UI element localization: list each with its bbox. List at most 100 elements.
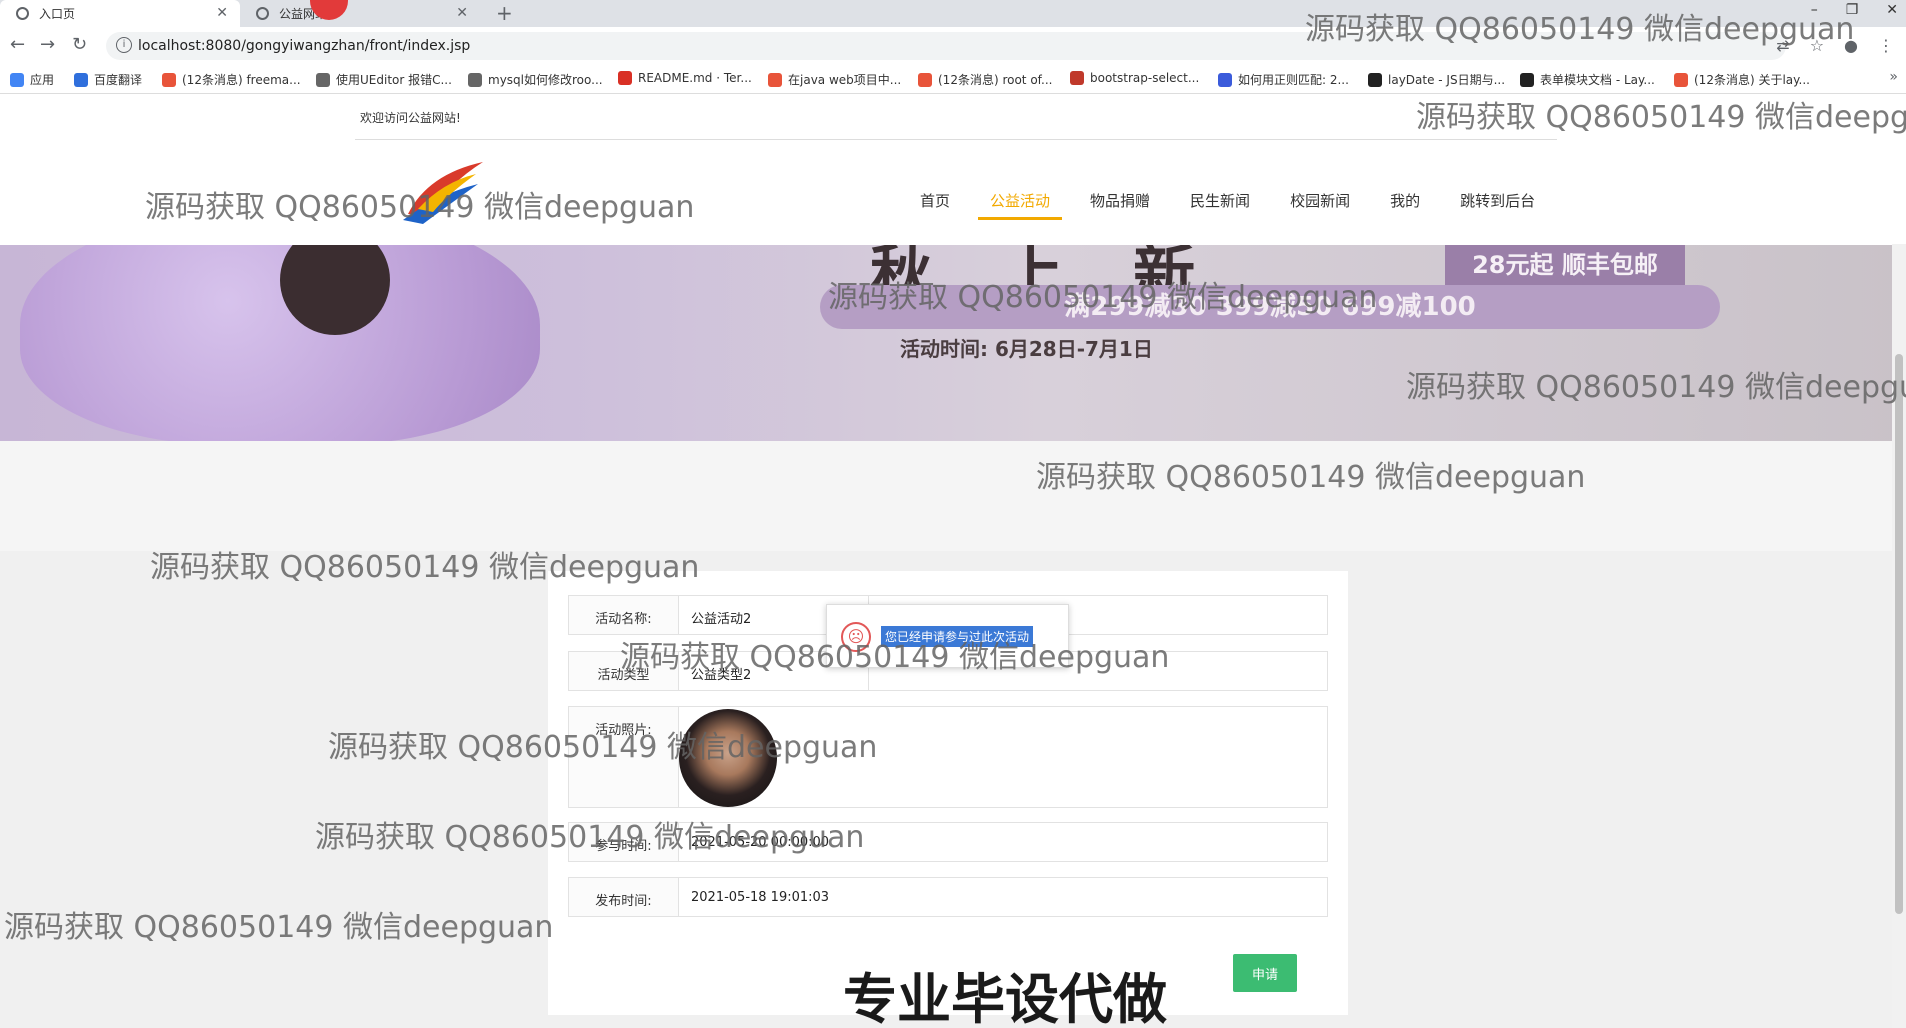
field-activity-photo: 活动照片: bbox=[568, 706, 1328, 808]
nav-item[interactable]: 公益活动 bbox=[970, 190, 1070, 220]
nav-item[interactable]: 物品捐赠 bbox=[1070, 190, 1170, 220]
apply-button[interactable]: 申请 bbox=[1233, 954, 1297, 992]
scrollbar-thumb[interactable] bbox=[1895, 354, 1903, 914]
bookmark-label: (12条消息) freema... bbox=[182, 73, 301, 87]
bookmark-item[interactable]: 如何用正则匹配: 2... bbox=[1218, 71, 1349, 88]
bookmark-label: layDate - JS日期与... bbox=[1388, 73, 1506, 87]
close-icon[interactable]: ✕ bbox=[216, 5, 228, 21]
bookmark-favicon-icon bbox=[618, 71, 632, 85]
bookmark-item[interactable]: mysql如何修改roo... bbox=[468, 71, 603, 88]
bookmarks-overflow-icon[interactable]: » bbox=[1889, 69, 1898, 85]
bookmark-item[interactable]: 使用UEditor 报错C... bbox=[316, 71, 452, 88]
welcome-text: 欢迎访问公益网站! bbox=[360, 111, 461, 125]
url-text[interactable]: localhost:8080/gongyiwangzhan/front/inde… bbox=[138, 38, 470, 54]
site-header: 欢迎访问公益网站! 首页 公益活动 物品捐赠 民生新闻 校园新闻 我的 跳转到后台 bbox=[0, 94, 1906, 245]
close-icon[interactable]: ✕ bbox=[456, 5, 468, 21]
bookmark-item[interactable]: layDate - JS日期与... bbox=[1368, 71, 1505, 88]
bookmark-item[interactable]: 百度翻译 bbox=[74, 71, 142, 88]
nav-item[interactable]: 我的 bbox=[1370, 190, 1440, 220]
field-label: 参与时间: bbox=[569, 823, 679, 861]
field-value: 2021-05-20 00:00:00 bbox=[691, 835, 830, 850]
nav-item[interactable]: 跳转到后台 bbox=[1440, 190, 1555, 220]
bookmark-favicon-icon bbox=[1674, 72, 1688, 87]
bookmark-label: 表单模块文档 - Lay... bbox=[1540, 73, 1655, 87]
bookmark-label: 应用 bbox=[30, 73, 55, 87]
bookmark-label: README.md · Ter... bbox=[638, 71, 752, 85]
bookmark-favicon-icon bbox=[468, 72, 482, 87]
bookmark-item[interactable]: 表单模块文档 - Lay... bbox=[1520, 71, 1655, 88]
bookmark-label: (12条消息) root of... bbox=[938, 73, 1053, 87]
field-label: 活动类型 bbox=[569, 652, 679, 690]
address-bar-actions: ⇄ ☆ ● ⋮ bbox=[1776, 36, 1894, 55]
info-icon[interactable]: i bbox=[116, 37, 132, 53]
profile-icon[interactable]: ● bbox=[1844, 36, 1858, 55]
promo-banner[interactable]: 秋 上 新 28元起 顺丰包邮 满299减30 399减50 699减100 活… bbox=[0, 245, 1906, 441]
toast-text: 您已经申请参与过此次活动 bbox=[881, 626, 1034, 647]
window-controls: – ❐ ✕ bbox=[1811, 2, 1898, 18]
field-label: 活动照片: bbox=[569, 707, 679, 807]
bookmark-favicon-icon bbox=[1218, 72, 1232, 87]
new-tab-button[interactable]: + bbox=[496, 1, 513, 25]
sad-face-icon: ☹ bbox=[841, 622, 871, 652]
site-logo bbox=[403, 162, 483, 224]
page-scrollbar[interactable] bbox=[1892, 244, 1906, 1028]
restore-icon[interactable]: ❐ bbox=[1846, 2, 1859, 18]
close-window-icon[interactable]: ✕ bbox=[1886, 2, 1898, 18]
url-field[interactable]: i localhost:8080/gongyiwangzhan/front/in… bbox=[106, 32, 1786, 60]
tab-label: 入口页 bbox=[39, 7, 76, 21]
forward-icon[interactable]: → bbox=[40, 34, 55, 55]
minimize-icon[interactable]: – bbox=[1811, 2, 1818, 18]
tab-charity-site[interactable]: 公益网站 ✕ bbox=[240, 0, 480, 27]
overlay-banner-text: 专业毕设代做 bbox=[843, 968, 1167, 1028]
bookmark-label: (12条消息) 关于lay... bbox=[1694, 73, 1810, 87]
banner-promo: 满299减30 399减50 699减100 bbox=[820, 285, 1720, 329]
bookmark-favicon-icon bbox=[162, 72, 176, 87]
main-nav: 首页 公益活动 物品捐赠 民生新闻 校园新闻 我的 跳转到后台 bbox=[900, 190, 1555, 220]
browser-tab-bar: 入口页 ✕ 公益网站 ✕ + – ❐ ✕ bbox=[0, 0, 1906, 27]
bookmark-favicon-icon bbox=[1368, 72, 1382, 87]
toast-message: ☹ 您已经申请参与过此次活动 bbox=[826, 604, 1069, 668]
nav-item[interactable]: 民生新闻 bbox=[1170, 190, 1270, 220]
bookmark-item[interactable]: (12条消息) freema... bbox=[162, 71, 301, 88]
bookmark-item[interactable]: bootstrap-select... bbox=[1070, 71, 1199, 85]
nav-item[interactable]: 首页 bbox=[900, 190, 970, 220]
field-publish-time: 发布时间: 2021-05-18 19:01:03 bbox=[568, 877, 1328, 917]
field-label: 发布时间: bbox=[569, 878, 679, 916]
globe-icon bbox=[16, 7, 29, 20]
bookmarks-bar: 应用 百度翻译 (12条消息) freema... 使用UEditor 报错C... m… bbox=[0, 65, 1906, 94]
field-participation-time: 参与时间: 2021-05-20 00:00:00 bbox=[568, 822, 1328, 862]
bookmark-favicon-icon bbox=[768, 72, 782, 87]
field-value: 公益类型2 bbox=[691, 668, 752, 683]
field-value: 公益活动2 bbox=[691, 612, 752, 627]
back-icon[interactable]: ← bbox=[10, 34, 25, 55]
divider bbox=[355, 139, 1557, 140]
menu-icon[interactable]: ⋮ bbox=[1878, 36, 1894, 55]
tab-entry-page[interactable]: 入口页 ✕ bbox=[0, 0, 240, 27]
bookmark-favicon-icon bbox=[10, 72, 24, 87]
site-icon bbox=[256, 7, 269, 20]
bookmark-label: 如何用正则匹配: 2... bbox=[1238, 73, 1349, 87]
activity-photo bbox=[679, 709, 777, 807]
star-icon[interactable]: ☆ bbox=[1810, 36, 1824, 55]
bookmark-favicon-icon bbox=[316, 72, 330, 87]
bookmark-favicon-icon bbox=[1070, 71, 1084, 85]
bookmark-item[interactable]: 在java web项目中... bbox=[768, 71, 901, 88]
bookmark-item[interactable]: (12条消息) 关于lay... bbox=[1674, 71, 1810, 88]
translate-icon[interactable]: ⇄ bbox=[1776, 36, 1789, 55]
bookmark-item[interactable]: (12条消息) root of... bbox=[918, 71, 1052, 88]
reload-icon[interactable]: ↻ bbox=[72, 34, 87, 55]
screen: { "browser": { "tabs": [ {"label": "入口页"… bbox=[0, 0, 1906, 1028]
web-page: 欢迎访问公益网站! 首页 公益活动 物品捐赠 民生新闻 校园新闻 我的 跳转到后台 秋 上 … bbox=[0, 94, 1906, 1028]
banner-time: 活动时间: 6月28日-7月1日 bbox=[900, 337, 1153, 361]
content-spacer bbox=[0, 441, 1906, 551]
bookmark-label: bootstrap-select... bbox=[1090, 71, 1200, 85]
bookmark-favicon-icon bbox=[74, 72, 88, 87]
bookmark-item[interactable]: 应用 bbox=[10, 71, 54, 88]
address-bar: ← → ↻ i localhost:8080/gongyiwangzhan/fr… bbox=[0, 27, 1906, 65]
field-label: 活动名称: bbox=[569, 596, 679, 634]
bookmark-favicon-icon bbox=[918, 72, 932, 87]
nav-item[interactable]: 校园新闻 bbox=[1270, 190, 1370, 220]
bookmark-item[interactable]: README.md · Ter... bbox=[618, 71, 752, 85]
field-value: 2021-05-18 19:01:03 bbox=[691, 890, 830, 905]
bookmark-label: 在java web项目中... bbox=[788, 73, 902, 87]
